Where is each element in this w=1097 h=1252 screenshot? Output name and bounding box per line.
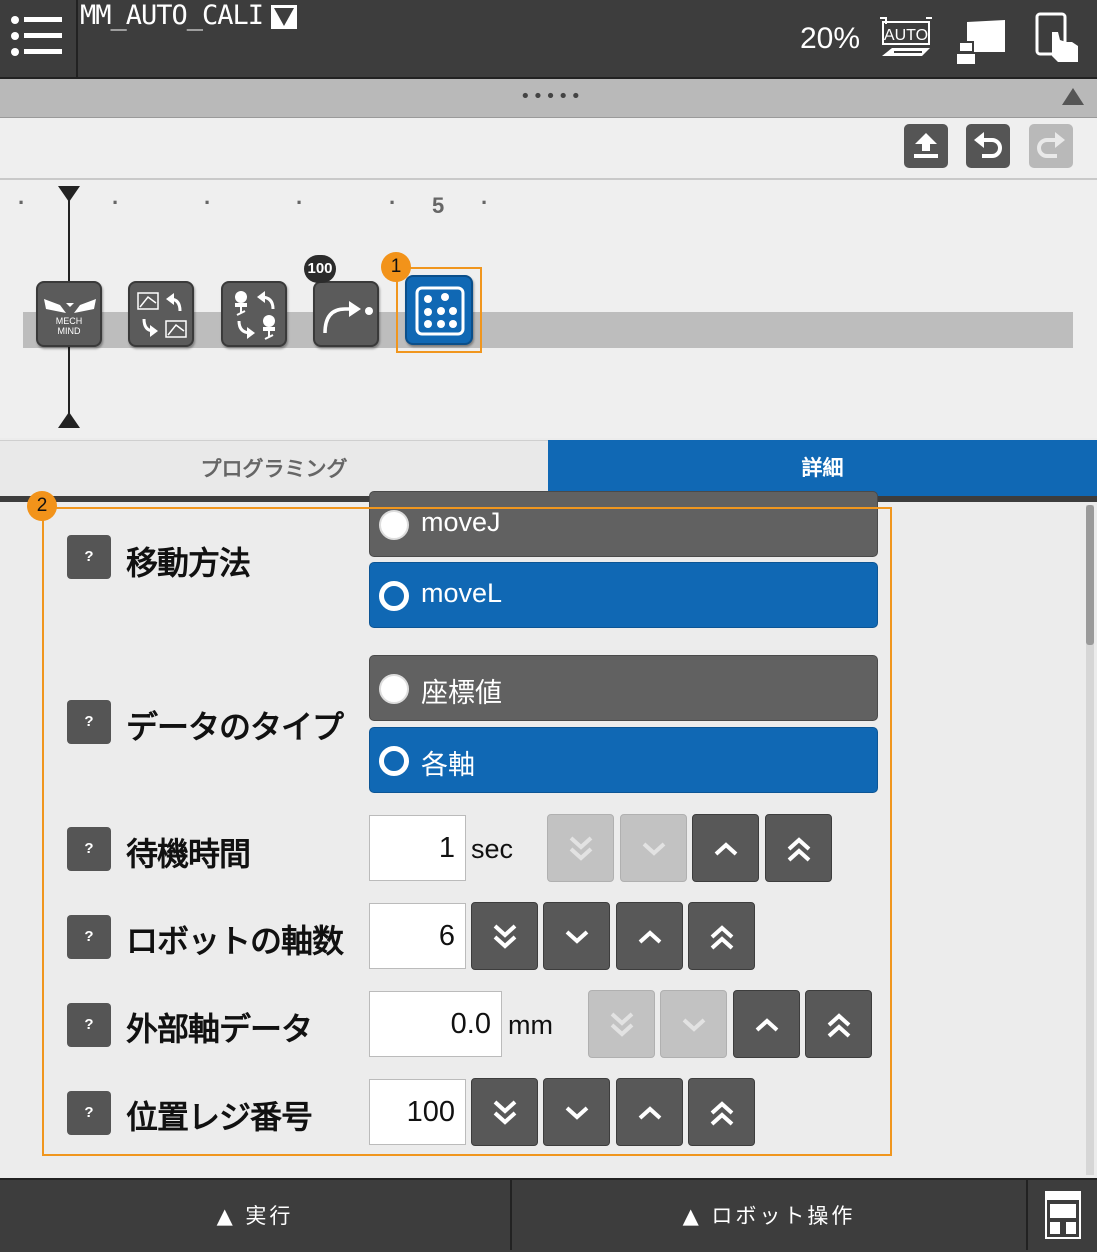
pendant-icon [1045, 1191, 1081, 1239]
run-button[interactable]: ▲ 実行 [0, 1180, 510, 1250]
node-badge: 100 [304, 255, 336, 283]
undo-button[interactable] [966, 124, 1010, 168]
auto-mode-icon[interactable]: AUTO [878, 16, 936, 60]
touch-icon[interactable] [1034, 12, 1082, 66]
grid-dots-icon [415, 286, 465, 336]
detail-highlight-frame [42, 507, 892, 1156]
program-name[interactable]: MM_AUTO_CALI [80, 0, 264, 31]
ruler-dot: · [389, 190, 397, 215]
drag-handle-icon[interactable]: ••••• [520, 86, 583, 107]
coordinate-switch-icon [137, 292, 187, 338]
dropdown-triangle-icon[interactable] [270, 4, 298, 30]
node-move[interactable] [313, 281, 379, 347]
speed-override[interactable]: 20% [800, 22, 860, 56]
scrollbar-thumb[interactable] [1086, 505, 1094, 645]
ruler-label-5: 5 [432, 193, 445, 218]
move-path-icon [323, 301, 373, 334]
menu-button[interactable] [0, 0, 78, 77]
menu-icon [11, 16, 62, 56]
callout-badge-1: 1 [381, 252, 411, 282]
tab-programming[interactable]: プログラミング [0, 440, 548, 497]
robot-switch-icon [235, 291, 275, 340]
ruler-dot: · [481, 190, 489, 215]
robot-operation-button[interactable]: ▲ ロボット操作 [512, 1180, 1026, 1250]
node-mech-mind[interactable]: MECH MIND [36, 281, 102, 347]
upload-icon [914, 133, 938, 158]
redo-button[interactable] [1029, 124, 1073, 168]
tab-detail[interactable]: 詳細 [548, 440, 1097, 496]
ruler-dot: · [296, 190, 304, 215]
collapse-triangle-icon[interactable] [1062, 88, 1084, 105]
mech-mind-label: MECH MIND [55, 316, 83, 336]
ruler-dot: · [18, 190, 26, 215]
ruler-dot: · [112, 190, 120, 215]
node-robot-switch[interactable] [221, 281, 287, 347]
redo-icon [1037, 132, 1065, 158]
pendant-button[interactable] [1028, 1180, 1097, 1250]
pendant-display-icon[interactable] [955, 16, 1007, 66]
node-coordinate-switch[interactable] [128, 281, 194, 347]
upload-button[interactable] [904, 124, 948, 168]
undo-icon [974, 132, 1002, 158]
svg-text:AUTO: AUTO [884, 27, 928, 44]
mech-mind-logo-icon [44, 299, 96, 313]
callout-badge-2: 2 [27, 491, 57, 521]
ruler-dot: · [204, 190, 212, 215]
node-detail-grid[interactable] [405, 275, 473, 345]
